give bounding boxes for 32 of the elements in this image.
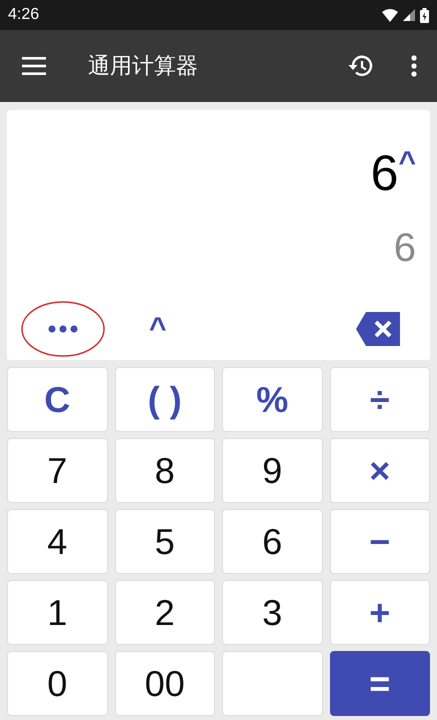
more-functions-icon[interactable] (48, 325, 78, 333)
keypad-key[interactable]: 6 (222, 509, 322, 574)
battery-icon (420, 8, 429, 22)
keypad-key[interactable]: − (330, 509, 430, 574)
power-key[interactable]: ^ (145, 312, 171, 346)
keypad-key[interactable]: 8 (114, 438, 215, 503)
keypad-key[interactable]: 1 (7, 580, 108, 645)
result-preview: 6 (394, 228, 416, 268)
backspace-icon[interactable] (356, 312, 400, 346)
wifi-icon (382, 8, 398, 22)
status-time: 4:26 (8, 6, 40, 24)
keypad-key[interactable]: 4 (7, 509, 108, 574)
keypad-key[interactable]: ÷ (330, 367, 430, 432)
keypad-key[interactable]: 9 (222, 438, 322, 503)
more-options-icon[interactable] (411, 55, 417, 77)
menu-icon[interactable] (22, 57, 46, 75)
keypad-key[interactable]: × (330, 438, 430, 503)
keypad-key[interactable]: 00 (114, 651, 215, 716)
expression-text: 6^ (370, 148, 416, 198)
keypad-key[interactable]: 5 (114, 509, 215, 574)
keypad-key[interactable]: 0 (7, 651, 108, 716)
keypad-key[interactable]: = (330, 651, 430, 716)
signal-icon (403, 9, 415, 21)
keypad-key[interactable]: 2 (114, 580, 215, 645)
keypad-key[interactable]: C (7, 367, 108, 432)
keypad-key[interactable]: ( ) (114, 367, 215, 432)
keypad-key[interactable]: 7 (7, 438, 108, 503)
history-icon[interactable] (348, 54, 374, 78)
app-title: 通用计算器 (88, 52, 199, 80)
keypad-key[interactable]: + (330, 580, 430, 645)
keypad-key[interactable]: 3 (222, 580, 322, 645)
keypad-key[interactable]: % (222, 367, 322, 432)
